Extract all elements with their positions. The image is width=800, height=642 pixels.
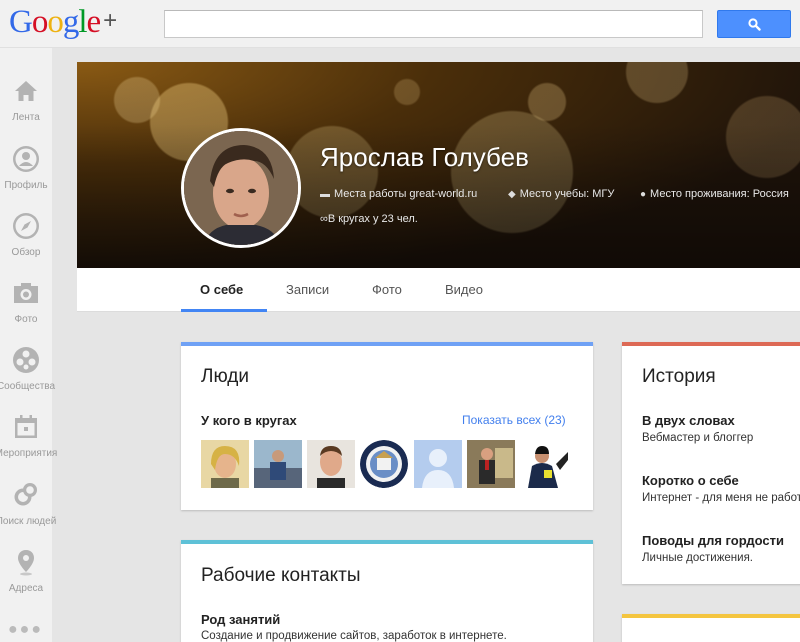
sidebar-item-label: Лента bbox=[12, 112, 40, 123]
person-avatar[interactable] bbox=[414, 440, 462, 488]
active-tab-indicator bbox=[181, 309, 267, 312]
tab-photos[interactable]: Фото bbox=[372, 282, 402, 297]
logo-letter: o bbox=[47, 4, 63, 40]
sidebar-item-find-people[interactable]: Поиск людей bbox=[0, 480, 56, 546]
avatar[interactable] bbox=[181, 128, 301, 248]
work-info: ▬ Места работы great-world.ru bbox=[320, 188, 477, 200]
tab-about[interactable]: О себе bbox=[200, 282, 243, 297]
communities-icon bbox=[13, 347, 39, 373]
sidebar-item-communities[interactable]: Сообщества bbox=[0, 345, 55, 411]
next-card bbox=[622, 614, 800, 642]
occupation-text: Создание и продвижение сайтов, заработок… bbox=[201, 630, 507, 642]
sidebar-item-label: Профиль bbox=[4, 180, 48, 191]
work-text: Места работы great-world.ru bbox=[334, 188, 478, 200]
person-avatar[interactable] bbox=[360, 440, 408, 488]
avatar-photo bbox=[184, 131, 298, 245]
logo-letter: l bbox=[78, 4, 87, 40]
top-bar: Google + bbox=[0, 0, 800, 48]
sidebar-item-label: Адреса bbox=[8, 583, 44, 594]
logo-letter: G bbox=[9, 4, 33, 40]
story-heading: Поводы для гордости bbox=[642, 533, 784, 548]
sidebar-item-events[interactable]: Мероприятия bbox=[0, 412, 57, 478]
person-avatar[interactable] bbox=[201, 440, 249, 488]
calendar-icon bbox=[15, 415, 37, 438]
people-subtitle: У кого в кругах bbox=[201, 413, 297, 428]
person-avatar[interactable] bbox=[467, 440, 515, 488]
sidebar-item-label: Поиск людей bbox=[0, 516, 57, 527]
sidebar-item-label: Фото bbox=[14, 314, 38, 325]
work-card-title: Рабочие контакты bbox=[201, 565, 361, 586]
camera-icon bbox=[14, 283, 38, 303]
person-avatar[interactable] bbox=[254, 440, 302, 488]
circles-icon: ∞ bbox=[320, 213, 328, 225]
more-menu[interactable]: ●●● bbox=[8, 622, 43, 638]
sidebar-item-photos[interactable]: Фото bbox=[0, 278, 52, 344]
location-text: Место проживания: Россия bbox=[650, 188, 789, 200]
person-avatar[interactable] bbox=[307, 440, 355, 488]
left-navigation: Лента Профиль Обзор Фото Сообщества Меро… bbox=[0, 48, 57, 642]
story-text: Интернет - для меня не работа bbox=[642, 492, 800, 504]
show-all-link[interactable]: Показать всех (23) bbox=[462, 413, 566, 427]
location-pin-icon: ● bbox=[640, 189, 647, 200]
search-input[interactable] bbox=[164, 10, 703, 38]
tab-posts[interactable]: Записи bbox=[286, 282, 329, 297]
story-heading: Коротко о себе bbox=[642, 473, 739, 488]
sidebar-item-label: Обзор bbox=[11, 247, 41, 258]
sidebar-item-profile[interactable]: Профиль bbox=[0, 144, 52, 210]
sidebar-item-local[interactable]: Адреса bbox=[0, 547, 52, 613]
circles-info: ∞В кругах у 23 чел. bbox=[320, 213, 418, 225]
sidebar-item-explore[interactable]: Обзор bbox=[0, 211, 52, 277]
location-info: ● Место проживания: Россия bbox=[640, 188, 789, 200]
card-accent-stripe bbox=[622, 342, 800, 346]
profile-tabs: О себе Записи Фото Видео bbox=[77, 268, 800, 312]
search-button[interactable] bbox=[717, 10, 791, 38]
location-pin-icon bbox=[18, 550, 34, 576]
tab-videos[interactable]: Видео bbox=[445, 282, 483, 297]
profile-name: Ярослав Голубев bbox=[320, 142, 529, 172]
circles-text: В кругах у 23 чел. bbox=[327, 213, 418, 225]
logo-letter: g bbox=[62, 4, 79, 40]
google-plus-logo[interactable]: Google + bbox=[9, 2, 117, 45]
logo-letter: o bbox=[31, 4, 48, 40]
sidebar-item-label: Сообщества bbox=[0, 381, 56, 392]
education-info: ◆ Место учебы: МГУ bbox=[508, 188, 614, 200]
graduation-cap-icon: ◆ bbox=[508, 189, 516, 200]
story-text: Личные достижения. bbox=[642, 552, 754, 564]
person-avatar[interactable] bbox=[520, 440, 568, 488]
card-accent-stripe bbox=[181, 540, 593, 544]
sidebar-item-home[interactable]: Лента bbox=[0, 76, 52, 142]
story-card-title: История bbox=[642, 366, 716, 387]
card-accent-stripe bbox=[622, 614, 800, 618]
occupation-heading: Род занятий bbox=[201, 612, 281, 627]
profile-icon bbox=[13, 146, 39, 172]
home-icon bbox=[15, 81, 37, 101]
card-accent-stripe bbox=[181, 342, 593, 346]
people-card-title: Люди bbox=[201, 366, 250, 387]
find-people-icon bbox=[14, 483, 37, 506]
compass-icon bbox=[13, 213, 39, 239]
story-heading: В двух словах bbox=[642, 413, 735, 428]
education-text: Место учебы: МГУ bbox=[519, 188, 615, 200]
search-icon bbox=[748, 18, 761, 31]
logo-letter: e bbox=[86, 4, 102, 40]
sidebar-item-label: Мероприятия bbox=[0, 448, 58, 459]
story-text: Вебмастер и блоггер bbox=[642, 432, 754, 444]
logo-plus: + bbox=[103, 7, 118, 34]
briefcase-icon: ▬ bbox=[320, 189, 330, 200]
